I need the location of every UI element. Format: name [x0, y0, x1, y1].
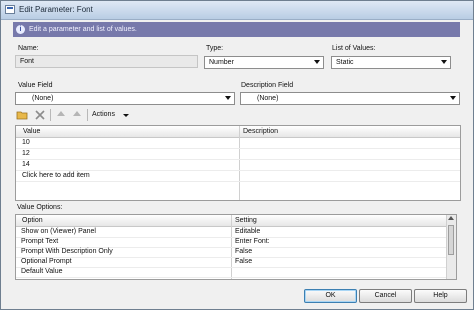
chevron-down-icon: [225, 96, 231, 100]
values-table-header: Value Description: [16, 126, 460, 138]
column-header-option[interactable]: Option: [22, 217, 43, 224]
value-options-label: Value Options:: [17, 204, 63, 211]
ok-button[interactable]: OK: [304, 289, 357, 303]
value-field-label: Value Field: [18, 82, 53, 89]
description-field-select[interactable]: (None): [240, 92, 460, 105]
info-banner: i Edit a parameter and list of values.: [13, 22, 460, 37]
delete-icon[interactable]: [34, 109, 46, 121]
option-setting[interactable]: False: [235, 258, 252, 265]
toolbar-divider: [87, 109, 88, 121]
chevron-down-icon: [314, 60, 320, 64]
description-field-value: (None): [257, 95, 279, 102]
scrollbar-thumb[interactable]: [448, 225, 454, 255]
value-options-grid: Option Setting Show on (Viewer) Panel Ed…: [15, 214, 457, 280]
option-name: Prompt With Description Only: [21, 248, 113, 255]
chevron-down-icon: [441, 60, 447, 64]
cancel-button[interactable]: Cancel: [359, 289, 412, 303]
value-field-select[interactable]: (None): [15, 92, 235, 105]
list-of-values-select[interactable]: Static: [331, 56, 451, 69]
name-field[interactable]: Font: [15, 55, 198, 68]
move-down-icon[interactable]: [71, 109, 83, 121]
value-options-header: Option Setting: [16, 215, 456, 227]
vertical-scrollbar[interactable]: [446, 215, 456, 279]
value-field-value: (None): [32, 95, 54, 102]
table-row[interactable]: 14: [16, 160, 460, 171]
values-toolbar: Actions: [13, 108, 460, 122]
add-item-row[interactable]: Click here to add item: [16, 171, 460, 182]
type-label: Type:: [206, 45, 224, 52]
scroll-up-arrow-icon[interactable]: [448, 216, 454, 220]
value-cell[interactable]: 12: [22, 150, 30, 157]
info-icon: i: [16, 25, 25, 34]
list-of-values-value: Static: [336, 59, 354, 66]
table-row[interactable]: 12: [16, 149, 460, 160]
option-row[interactable]: Default Value: [16, 267, 456, 278]
option-setting[interactable]: Editable: [235, 228, 260, 235]
values-table: Value Description 10 12 14 Click here to…: [15, 125, 461, 201]
option-name: Prompt Text: [21, 238, 59, 245]
list-of-values-label: List of Values:: [332, 45, 376, 52]
window-title: Edit Parameter: Font: [19, 5, 93, 14]
value-cell[interactable]: 14: [22, 161, 30, 168]
actions-menu-button[interactable]: Actions: [91, 109, 131, 121]
option-name: Default Value: [21, 268, 63, 275]
add-item-cell[interactable]: Click here to add item: [22, 172, 90, 179]
open-folder-icon[interactable]: [16, 109, 28, 121]
column-header-setting[interactable]: Setting: [235, 217, 257, 224]
value-cell[interactable]: 10: [22, 139, 30, 146]
name-value: Font: [20, 58, 35, 65]
chevron-down-icon: [123, 114, 129, 117]
dialog-window-icon: [5, 5, 15, 14]
description-field-label: Description Field: [241, 82, 294, 89]
help-button[interactable]: Help: [414, 289, 467, 303]
chevron-down-icon: [450, 96, 456, 100]
option-setting[interactable]: False: [235, 248, 252, 255]
toolbar-divider: [50, 109, 51, 121]
column-header-description[interactable]: Description: [243, 128, 278, 135]
type-value: Number: [209, 59, 234, 66]
banner-text: Edit a parameter and list of values.: [29, 26, 137, 33]
table-row[interactable]: 10: [16, 138, 460, 149]
title-bar[interactable]: Edit Parameter: Font: [1, 1, 473, 20]
name-label: Name:: [18, 45, 39, 52]
option-name: Show on (Viewer) Panel: [21, 228, 96, 235]
move-up-icon[interactable]: [55, 109, 67, 121]
edit-parameter-dialog: Edit Parameter: Font i Edit a parameter …: [0, 0, 474, 310]
actions-label: Actions: [92, 111, 115, 118]
type-select[interactable]: Number: [204, 56, 324, 69]
option-setting[interactable]: Enter Font:: [235, 238, 270, 245]
option-name: Optional Prompt: [21, 258, 72, 265]
column-header-value[interactable]: Value: [23, 128, 40, 135]
